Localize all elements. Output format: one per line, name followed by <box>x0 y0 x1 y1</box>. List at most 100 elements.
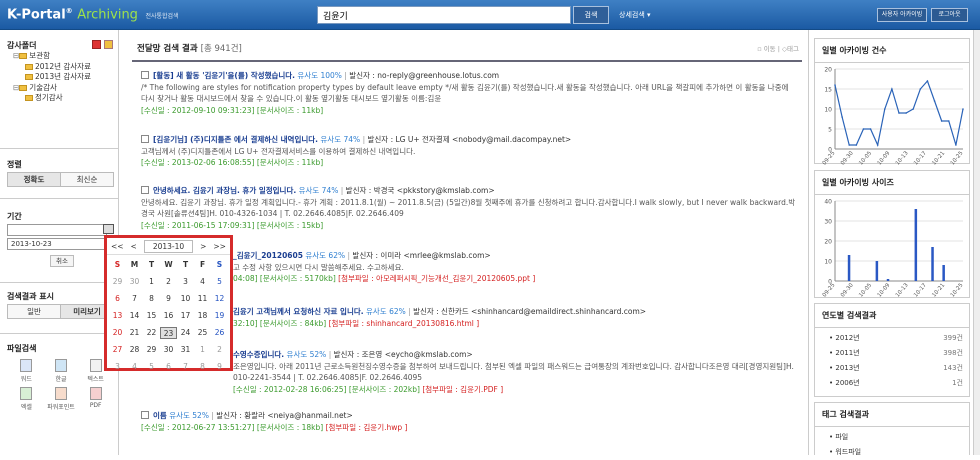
user-archiving-button[interactable]: 사용자 아카이빙 <box>877 8 927 22</box>
logout-button[interactable]: 로그아웃 <box>931 8 968 22</box>
calendar-day[interactable]: 15 <box>143 310 160 322</box>
calendar-day[interactable]: 5 <box>211 276 228 288</box>
result-title[interactable]: 이름 <box>153 411 167 420</box>
result-checkbox[interactable] <box>141 186 149 194</box>
file-type-excel[interactable]: 엑셀 <box>9 387 44 411</box>
calendar-day[interactable]: 21 <box>126 327 143 339</box>
result-attachment[interactable]: [첨부파일 : 김윤기.hwp ] <box>326 423 408 432</box>
result-title[interactable]: [김윤기님] (주)디지틀존 에서 결제하신 내역입니다. <box>153 135 318 144</box>
year-stat-item[interactable]: • 2013년 143건 <box>815 361 969 376</box>
date-cancel-button[interactable]: 취소 <box>50 255 74 267</box>
calendar-day[interactable]: 30 <box>126 276 143 288</box>
result-checkbox[interactable] <box>141 135 149 143</box>
date-picker-grid: S M T W T F S 29 30 1 2 3 4 5 6 7 8 9 10 11 12 13 14 15 16 17 18 19… <box>107 259 230 373</box>
result-title[interactable]: [활동] 새 활동 '김윤기'을(를) 작성했습니다. <box>153 71 295 80</box>
result-title[interactable]: 김윤기 고객님께서 요청하신 자료 입니다. <box>233 307 364 316</box>
date-from-input[interactable] <box>7 224 107 236</box>
advanced-search-link[interactable]: 상세검색 ▾ <box>619 10 651 20</box>
calendar-day[interactable]: 19 <box>211 310 228 322</box>
logo[interactable]: K-Portal® Archiving 전사통합검색 <box>7 7 179 22</box>
calendar-day[interactable]: 29 <box>109 276 126 288</box>
file-type-hwp[interactable]: 한글 <box>44 359 79 383</box>
calendar-day[interactable]: 8 <box>143 293 160 305</box>
tag-button[interactable]: 태그 <box>787 45 799 53</box>
prev-month-button[interactable]: < <box>131 242 137 251</box>
result-attachment[interactable]: [첨부파일 : 아모레퍼시픽_기능개선_김윤기_20120605.ppt ] <box>338 274 535 283</box>
calendar-day[interactable]: 6 <box>160 361 177 373</box>
calendar-day[interactable]: 29 <box>143 344 160 356</box>
next-month-button[interactable]: > <box>200 242 206 251</box>
year-stat-item[interactable]: • 2006년 1건 <box>815 376 969 391</box>
calendar-day[interactable]: 9 <box>160 293 177 305</box>
calendar-day[interactable]: 9 <box>211 361 228 373</box>
calendar-icon[interactable] <box>103 224 114 234</box>
tree-item[interactable]: 2012년 감사자료 <box>13 62 91 73</box>
calendar-day[interactable]: 13 <box>109 310 126 322</box>
folder-settings-icon[interactable] <box>104 40 113 49</box>
result-checkbox[interactable] <box>141 411 149 419</box>
calendar-day[interactable]: 8 <box>194 361 211 373</box>
calendar-day[interactable]: 6 <box>109 293 126 305</box>
calendar-day[interactable]: 4 <box>126 361 143 373</box>
display-normal-button[interactable]: 일반 <box>8 305 60 318</box>
calendar-day[interactable]: 2 <box>211 344 228 356</box>
search-input[interactable]: 김윤기 <box>317 6 571 24</box>
next-year-button[interactable]: >> <box>213 242 226 251</box>
calendar-day[interactable]: 24 <box>177 327 194 339</box>
sort-latest-button[interactable]: 최신순 <box>60 173 113 186</box>
calendar-day[interactable]: 1 <box>194 344 211 356</box>
calendar-day[interactable]: 7 <box>126 293 143 305</box>
tree-item[interactable]: ⊟ 기술감사 <box>13 83 91 94</box>
calendar-day[interactable]: 30 <box>160 344 177 356</box>
tag-item[interactable]: • 워드파일 <box>815 445 969 460</box>
result-title[interactable]: 수영수증입니다. <box>233 350 284 359</box>
date-to-input[interactable]: 2013-10-23 <box>7 238 107 250</box>
year-stat-label: 2011년 <box>835 349 860 357</box>
file-type-word[interactable]: 워드 <box>9 359 44 383</box>
calendar-day[interactable]: 10 <box>177 293 194 305</box>
folder-add-icon[interactable] <box>92 40 101 49</box>
calendar-day[interactable]: 22 <box>143 327 160 339</box>
calendar-day[interactable]: 3 <box>109 361 126 373</box>
result-title[interactable]: _김윤기_20120605 <box>233 251 303 260</box>
year-stat-item[interactable]: • 2011년 398건 <box>815 346 969 361</box>
move-icon[interactable]: ▫ <box>757 45 761 53</box>
prev-year-button[interactable]: << <box>111 242 124 251</box>
calendar-day[interactable]: 25 <box>194 327 211 339</box>
calendar-day[interactable]: 11 <box>194 293 211 305</box>
calendar-day[interactable]: 14 <box>126 310 143 322</box>
sort-accuracy-button[interactable]: 정확도 <box>8 173 60 186</box>
file-type-powerpoint[interactable]: 파워포인트 <box>44 387 79 411</box>
calendar-day[interactable]: 18 <box>194 310 211 322</box>
page-scrollbar[interactable] <box>973 30 980 455</box>
calendar-day[interactable]: 17 <box>177 310 194 322</box>
year-stat-item[interactable]: • 2012년 399건 <box>815 331 969 346</box>
result-attachment[interactable]: [첨부파일 : shinhancard_20130816.html ] <box>329 319 480 328</box>
calendar-day[interactable]: 5 <box>143 361 160 373</box>
calendar-day[interactable]: 1 <box>143 276 160 288</box>
search-button[interactable]: 검색 <box>573 6 609 24</box>
calendar-day[interactable]: 31 <box>177 344 194 356</box>
calendar-day[interactable]: 4 <box>194 276 211 288</box>
calendar-day[interactable]: 27 <box>109 344 126 356</box>
results-title-text: 전달망 검색 결과 <box>137 44 198 54</box>
result-attachment[interactable]: [첨부파일 : 김윤기.PDF ] <box>422 385 503 394</box>
tree-item[interactable]: 2013년 감사자료 <box>13 72 91 83</box>
calendar-day[interactable]: 12 <box>211 293 228 305</box>
calendar-day[interactable]: 2 <box>160 276 177 288</box>
calendar-day[interactable]: 20 <box>109 327 126 339</box>
move-button[interactable]: 이동 <box>764 45 776 53</box>
tag-item[interactable]: • 파일 <box>815 430 969 445</box>
calendar-day[interactable]: 23 <box>160 327 177 339</box>
calendar-day[interactable]: 16 <box>160 310 177 322</box>
calendar-day[interactable]: 26 <box>211 327 228 339</box>
calendar-day[interactable]: 7 <box>177 361 194 373</box>
calendar-day[interactable]: 3 <box>177 276 194 288</box>
divider <box>0 198 119 199</box>
calendar-day[interactable]: 28 <box>126 344 143 356</box>
result-title[interactable]: 안녕하세요. 김윤기 과장님. 휴가 일정입니다. <box>153 186 296 195</box>
tree-item[interactable]: 정기감사 <box>13 93 91 104</box>
result-checkbox[interactable] <box>141 71 149 79</box>
tree-item[interactable]: ⊟ 보관함 <box>13 51 91 62</box>
file-type-pdf[interactable]: PDF <box>78 387 113 411</box>
